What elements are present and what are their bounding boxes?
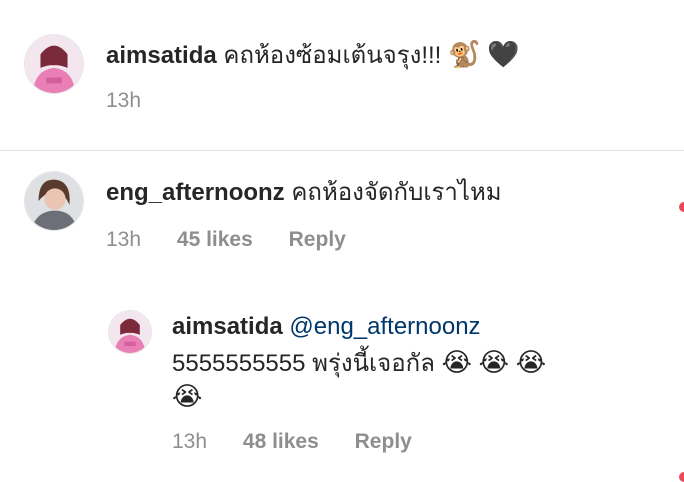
monkey-emoji-icon: 🐒 bbox=[448, 40, 481, 70]
black-heart-emoji-icon: 🖤 bbox=[487, 40, 520, 70]
comment-time: 13h bbox=[106, 228, 142, 251]
divider bbox=[0, 150, 684, 151]
reply-button[interactable]: Reply bbox=[289, 227, 346, 253]
avatar[interactable] bbox=[24, 34, 84, 94]
heart-icon[interactable] bbox=[679, 202, 684, 212]
avatar[interactable] bbox=[108, 310, 152, 354]
reply-button[interactable]: Reply bbox=[355, 429, 412, 455]
crying-face-emoji-icon: 😭 bbox=[172, 382, 203, 412]
reply-text: 5555555555 พรุ่งนี้เจอกัล bbox=[172, 350, 435, 377]
avatar[interactable] bbox=[24, 171, 84, 231]
comment-text: คถห้องซ้อมเต้นจรุง!!! bbox=[223, 42, 442, 69]
user-avatar-icon bbox=[25, 172, 83, 230]
crying-face-emoji-icon: 😭 bbox=[478, 348, 510, 378]
likes-count[interactable]: 45 likes bbox=[177, 227, 253, 253]
reply-username[interactable]: aimsatida bbox=[172, 313, 283, 340]
comment-time: 13h bbox=[106, 89, 142, 112]
crying-face-emoji-icon: 😭 bbox=[515, 348, 547, 378]
comment-username[interactable]: eng_afternoonz bbox=[106, 179, 285, 206]
user-avatar-icon bbox=[109, 311, 151, 353]
user-avatar-icon bbox=[25, 35, 83, 93]
mention-link[interactable]: @eng_afternoonz bbox=[289, 313, 480, 340]
reply-time: 13h bbox=[172, 430, 208, 453]
likes-count[interactable]: 48 likes bbox=[243, 429, 319, 455]
comment-username[interactable]: aimsatida bbox=[106, 42, 217, 69]
comment-text: คถห้องจัดกับเราไหม bbox=[291, 179, 502, 206]
crying-face-emoji-icon: 😭 bbox=[441, 348, 472, 378]
heart-icon[interactable] bbox=[679, 472, 684, 482]
